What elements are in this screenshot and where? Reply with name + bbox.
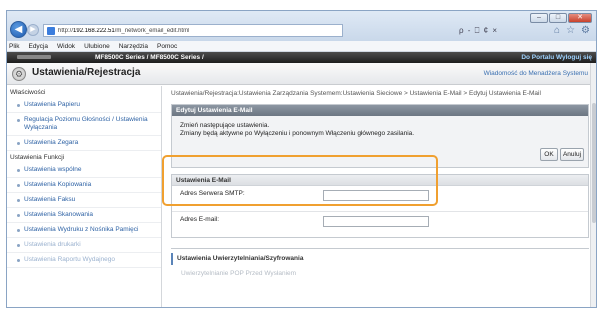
sidebar-section-properties: Właściwości [10,89,46,96]
page-title: Ustawienia/Rejestracja [32,67,141,78]
edit-email-panel: Edytuj Ustawienia E-Mail Zmień następują… [171,104,589,168]
edit-email-body: Zmień następujące ustawienia. Zmiany będ… [172,116,588,167]
address-tools[interactable]: ρ - ⎕ ¢ × [459,26,498,36]
main-content: Ustawienia/Rejestracja:Ustawienia Zarząd… [171,86,591,307]
auth-encryption-title: Ustawienia Uwierzytelniania/Szyfrowania [171,253,589,265]
auth-encryption-section: Ustawienia Uwierzytelniania/Szyfrowania … [171,248,589,278]
email-address-input[interactable] [323,216,429,227]
menu-tools[interactable]: Narzędzia [119,41,148,51]
smtp-row: Adres Serwera SMTP: [172,186,588,212]
breadcrumb: Ustawienia/Rejestracja:Ustawienia Zarząd… [171,90,541,97]
browser-icons: ⌂ ☆ ⚙ [554,25,590,36]
bullet-icon [17,243,20,247]
sidebar-item-common-settings[interactable]: Ustawienia wspólne [7,163,161,178]
canon-logo [17,55,51,59]
page-header: ⚙ Ustawienia/Rejestracja Wiadomość do Me… [7,63,596,85]
sidebar-item-memory-print-settings[interactable]: Ustawienia Wydruku z Nośnika Pamięci [7,223,161,238]
menu-bar: Plik Edycja Widok Ulubione Narzędzia Pom… [7,41,596,52]
sidebar-item-printer-settings[interactable]: Ustawienia drukarki [7,238,161,253]
message-line-1: Zmień następujące ustawienia. [180,122,270,129]
bullet-icon [17,103,20,107]
sidebar-item-clock-settings[interactable]: Ustawienia Zegara [7,136,161,151]
menu-view[interactable]: Widok [57,41,75,51]
minimize-icon[interactable]: – [530,13,548,23]
url-text: http://192.168.222.51/m_network_email_ed… [58,27,190,34]
sidebar: Właściwości Ustawienia Papieru Regulacja… [7,86,162,307]
bullet-icon [17,258,20,262]
ok-button[interactable]: OK [540,148,558,161]
sidebar-item-paper-settings[interactable]: Ustawienia Papieru [7,98,161,113]
scrollbar-thumb[interactable] [592,103,596,223]
menu-help[interactable]: Pomoc [157,41,177,51]
email-label: Adres E-mail: [180,216,220,223]
forward-arrow-icon[interactable]: ▶ [27,24,39,36]
bullet-icon [17,118,20,122]
smtp-server-input[interactable] [323,190,429,201]
bullet-icon [17,213,20,217]
cancel-button[interactable]: Anuluj [560,148,584,161]
bullet-icon [17,183,20,187]
email-settings-section: Ustawienia E-Mail Adres Serwera SMTP: Ad… [171,174,589,238]
menu-file[interactable]: Plik [9,41,19,51]
maximize-icon[interactable]: □ [549,13,567,23]
message-to-manager-link[interactable]: Wiadomość do Menadżera Systemu [484,70,588,77]
settings-gear-icon[interactable]: ⚙ [581,25,590,36]
pop-auth-option[interactable]: Uwierzytelnianie POP Przed Wysłaniem [171,270,589,277]
browser-window: – □ ✕ ◀ ▶ http://192.168.222.51/m_networ… [6,10,597,308]
settings-registration-icon: ⚙ [12,67,26,81]
menu-edit[interactable]: Edycja [28,41,48,51]
window-controls: – □ ✕ [530,13,592,23]
sidebar-item-copy-settings[interactable]: Ustawienia Kopiowania [7,178,161,193]
device-header-bar: MF8500C Series / MF8500C Series / Do Por… [7,52,596,63]
bullet-icon [17,141,20,145]
sidebar-item-fax-settings[interactable]: Ustawienia Faksu [7,193,161,208]
email-settings-title: Ustawienia E-Mail [172,175,588,186]
favorites-star-icon[interactable]: ☆ [566,25,575,36]
bullet-icon [17,198,20,202]
sidebar-item-volume-settings[interactable]: Regulacja Poziomu Głośności / Ustawienia… [7,113,161,136]
address-bar[interactable]: http://192.168.222.51/m_network_email_ed… [43,24,343,37]
sidebar-section-functions: Ustawienia Funkcji [10,154,65,161]
site-favicon-icon [47,26,55,35]
device-model: MF8500C Series / MF8500C Series / [95,54,204,61]
close-icon[interactable]: ✕ [568,13,592,23]
message-line-2: Zmiany będą aktywne po Wyłączeniu i pono… [180,130,415,137]
bullet-icon [17,168,20,172]
vertical-scrollbar[interactable] [590,63,596,307]
portal-logout-links[interactable]: Do Portalu Wyloguj się [521,52,592,63]
back-arrow-icon[interactable]: ◀ [10,21,27,38]
bullet-icon [17,228,20,232]
email-row: Adres E-mail: [172,212,588,238]
edit-email-title: Edytuj Ustawienia E-Mail [172,105,588,116]
browser-toolbar: – □ ✕ ◀ ▶ http://192.168.222.51/m_networ… [7,11,596,41]
sidebar-item-scan-settings[interactable]: Ustawienia Skanowania [7,208,161,223]
menu-favorites[interactable]: Ulubione [84,41,110,51]
sidebar-item-report-settings[interactable]: Ustawienia Raportu Wydajnego [7,253,161,268]
smtp-label: Adres Serwera SMTP: [180,190,245,197]
home-icon[interactable]: ⌂ [554,25,560,36]
